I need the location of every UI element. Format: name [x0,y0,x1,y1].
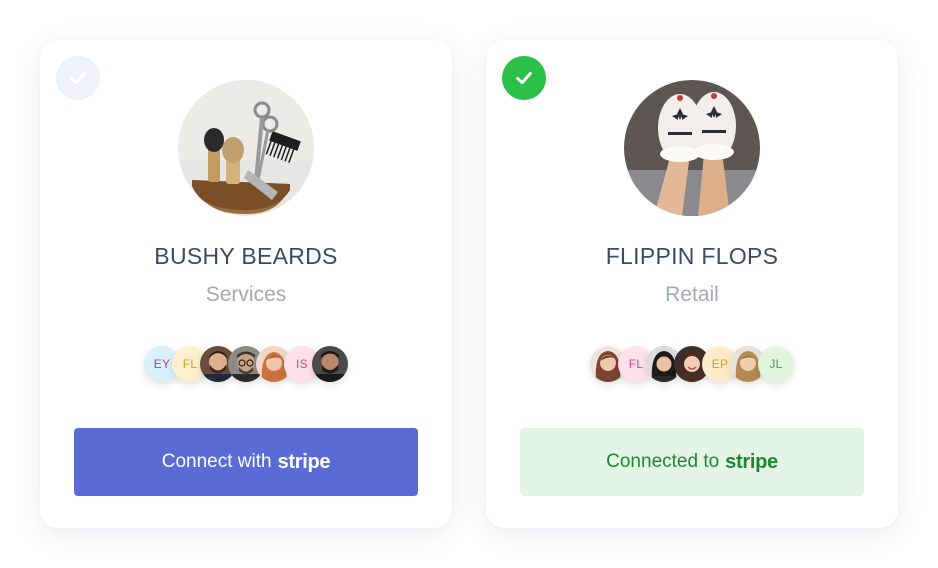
button-label: Connect with [161,451,272,472]
business-category: Services [205,283,287,306]
stripe-logo: stripe [277,450,331,473]
business-category: Retail [665,283,719,306]
selected-check-icon[interactable] [502,56,546,100]
man-dark-avatar [312,346,348,382]
button-label: Connected to [606,451,720,472]
business-name: FLIPPIN FLOPS [605,243,779,269]
avatar: JL [758,346,794,382]
team-avatars: EY FL IS [40,346,452,382]
checkmark-icon [70,71,86,85]
business-card-flippin-flops[interactable]: FLIPPIN FLOPS Retail FL EP JL Connected … [486,40,898,528]
connect-stripe-button[interactable]: Connect with stripe [74,428,418,496]
barber-tools-photo [178,80,314,216]
stripe-logo: stripe [725,450,778,473]
checkmark-icon [516,71,532,85]
slippers-photo [624,80,760,216]
select-check-icon[interactable] [56,56,100,100]
team-avatars: FL EP JL [486,346,898,382]
business-card-bushy-beards[interactable]: BUSHY BEARDS Services EY FL IS Connect w… [40,40,452,528]
connected-stripe-button[interactable]: Connected to stripe [520,428,864,496]
business-name: BUSHY BEARDS [154,243,338,269]
